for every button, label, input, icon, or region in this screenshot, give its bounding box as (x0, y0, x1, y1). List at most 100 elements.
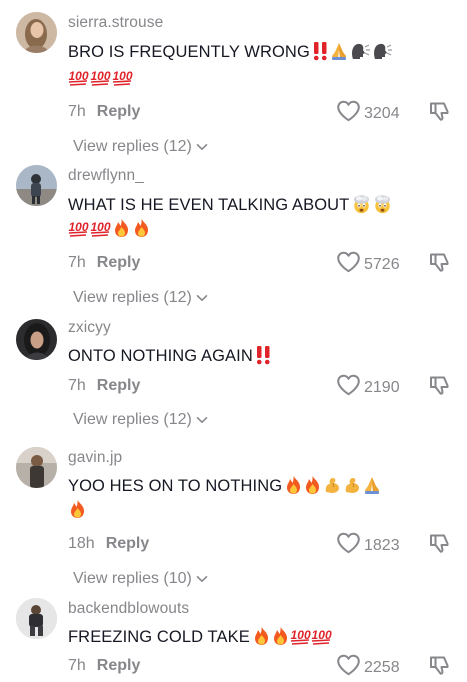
like-count: 3204 (364, 104, 400, 122)
double-exclamation-emoji (255, 345, 272, 372)
exploding-head-emoji (351, 194, 372, 221)
like-count: 2190 (364, 378, 400, 396)
view-replies-button[interactable]: View replies (12) (73, 411, 208, 429)
dislike-button[interactable] (428, 531, 452, 560)
comment-username[interactable]: drewflynn_ (68, 167, 144, 185)
heart-outline-icon (336, 654, 361, 681)
folded-hands-emoji (329, 41, 349, 68)
heart-outline-icon (336, 100, 361, 127)
comment-text: FREEZING COLD TAKE 100 100 (68, 625, 398, 653)
comment-timestamp: 7h (68, 657, 86, 674)
hundred-points-emoji: 100 (68, 67, 89, 92)
reply-button[interactable]: Reply (97, 377, 141, 394)
comment-username[interactable]: zxicyy (68, 319, 111, 337)
comment-text-body: BRO IS FREQUENTLY WRONG (68, 43, 310, 61)
chevron-down-icon (196, 289, 208, 307)
thumbs-down-outline-icon (428, 534, 452, 559)
like-button[interactable]: 2258 (336, 654, 400, 681)
fire-emoji (252, 626, 271, 653)
comment-meta: 18h Reply (68, 535, 149, 553)
reply-button[interactable]: Reply (97, 103, 141, 120)
comment-timestamp: 7h (68, 103, 86, 120)
hundred-points-emoji: 100 (68, 218, 89, 243)
view-replies-button[interactable]: View replies (12) (73, 138, 208, 156)
thumbs-down-outline-icon (428, 253, 452, 278)
chevron-down-icon (196, 570, 208, 588)
thumbs-down-outline-icon (428, 376, 452, 401)
fire-emoji (132, 218, 151, 243)
avatar[interactable] (16, 319, 57, 360)
view-replies-label: View replies (12) (73, 138, 192, 155)
comment-emoji-line (68, 499, 87, 523)
comment-text-body: ONTO NOTHING AGAIN (68, 347, 253, 365)
dislike-button[interactable] (428, 250, 452, 279)
like-count: 5726 (364, 255, 400, 273)
comment-text: YOO HES ON TO NOTHING (68, 474, 398, 502)
view-replies-label: View replies (10) (73, 570, 192, 587)
comment-emoji-line: 100 100 100 (68, 67, 133, 91)
comment-timestamp: 7h (68, 254, 86, 271)
comment-timestamp: 18h (68, 535, 95, 552)
like-count: 2258 (364, 658, 400, 676)
comment-inline-emojis (351, 194, 393, 221)
fire-emoji (68, 499, 87, 524)
exploding-head-emoji (372, 194, 393, 221)
folded-hands-emoji (362, 475, 382, 502)
comment-meta: 7h Reply (68, 377, 140, 395)
speaking-head-emoji (349, 41, 371, 68)
dislike-button[interactable] (428, 99, 452, 128)
comment-inline-emojis: 100 100 (252, 626, 332, 653)
hundred-points-emoji: 100 (90, 218, 111, 243)
flexed-biceps-emoji (342, 475, 362, 502)
hundred-points-emoji: 100 (290, 626, 311, 653)
fire-emoji (271, 626, 290, 653)
comment-inline-emojis (255, 345, 272, 372)
comment-inline-emojis (312, 41, 393, 68)
like-button[interactable]: 3204 (336, 100, 400, 127)
avatar[interactable] (16, 12, 57, 53)
fire-emoji (284, 475, 303, 502)
comment-text: BRO IS FREQUENTLY WRONG (68, 40, 398, 68)
like-count: 1823 (364, 536, 400, 554)
comment-text-body: YOO HES ON TO NOTHING (68, 477, 283, 495)
comment-meta: 7h Reply (68, 657, 140, 675)
view-replies-button[interactable]: View replies (12) (73, 289, 208, 307)
reply-button[interactable]: Reply (97, 254, 141, 271)
view-replies-label: View replies (12) (73, 411, 192, 428)
thumbs-down-outline-icon (428, 656, 452, 681)
like-button[interactable]: 5726 (336, 251, 400, 278)
avatar[interactable] (16, 165, 57, 206)
fire-emoji (303, 475, 322, 502)
thumbs-down-outline-icon (428, 102, 452, 127)
comment-emoji-line: 100 100 (68, 218, 151, 242)
view-replies-button[interactable]: View replies (10) (73, 570, 208, 588)
speaking-head-emoji (371, 41, 393, 68)
like-button[interactable]: 2190 (336, 374, 400, 401)
fire-emoji (112, 218, 131, 243)
view-replies-label: View replies (12) (73, 289, 192, 306)
comment-meta: 7h Reply (68, 254, 140, 272)
comment-timestamp: 7h (68, 377, 86, 394)
flexed-biceps-emoji (322, 475, 342, 502)
reply-button[interactable]: Reply (106, 535, 150, 552)
comment-username[interactable]: gavin.jp (68, 449, 122, 467)
dislike-button[interactable] (428, 653, 452, 682)
like-button[interactable]: 1823 (336, 532, 400, 559)
comment-meta: 7h Reply (68, 103, 140, 121)
hundred-points-emoji: 100 (311, 626, 332, 653)
heart-outline-icon (336, 532, 361, 559)
comment-text: ONTO NOTHING AGAIN (68, 344, 398, 372)
comment-username[interactable]: sierra.strouse (68, 14, 163, 32)
reply-button[interactable]: Reply (97, 657, 141, 674)
comment-text-body: FREEZING COLD TAKE (68, 628, 250, 646)
heart-outline-icon (336, 251, 361, 278)
avatar[interactable] (16, 598, 57, 639)
hundred-points-emoji: 100 (112, 67, 133, 92)
comment-username[interactable]: backendblowouts (68, 600, 189, 618)
avatar[interactable] (16, 447, 57, 488)
heart-outline-icon (336, 374, 361, 401)
chevron-down-icon (196, 138, 208, 156)
comment-inline-emojis (284, 475, 382, 502)
comment-text-body: WHAT IS HE EVEN TALKING ABOUT (68, 196, 350, 214)
dislike-button[interactable] (428, 373, 452, 402)
